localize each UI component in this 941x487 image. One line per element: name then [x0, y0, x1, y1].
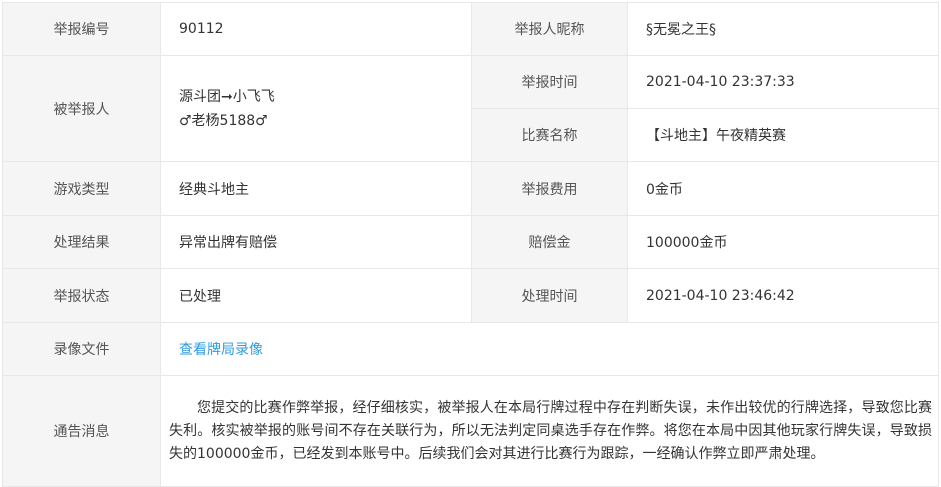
row-status: 举报状态 已处理 处理时间 2021-04-10 23:46:42	[2, 268, 939, 323]
reported-name-line2: ♂老杨5188♂	[179, 112, 268, 129]
row-report-time: 被举报人 源斗团➞小飞飞 ♂老杨5188♂ 举报时间 2021-04-10 23…	[2, 55, 939, 162]
row-report-id: 举报编号 90112 举报人昵称 §无冕之王§	[2, 2, 939, 56]
row-result: 处理结果 异常出牌有赔偿 赔偿金 100000金币	[2, 215, 939, 269]
value-report-id: 90112	[160, 2, 472, 56]
value-reported: 源斗团➞小飞飞 ♂老杨5188♂	[160, 55, 472, 162]
label-result: 处理结果	[2, 215, 161, 269]
label-recording: 录像文件	[2, 322, 161, 376]
value-status: 已处理	[160, 268, 472, 323]
value-report-time: 2021-04-10 23:37:33	[627, 55, 939, 109]
label-report-id: 举报编号	[2, 2, 161, 56]
recording-cell: 查看牌局录像	[160, 322, 939, 376]
label-match-name: 比赛名称	[471, 108, 628, 162]
view-replay-link[interactable]: 查看牌局录像	[179, 342, 263, 358]
value-result: 异常出牌有赔偿	[160, 215, 472, 269]
label-reporter-nick: 举报人昵称	[471, 2, 628, 56]
value-report-fee: 0金币	[627, 161, 939, 216]
value-reporter-nick: §无冕之王§	[627, 2, 939, 56]
value-match-name: 【斗地主】午夜精英赛	[627, 108, 939, 162]
label-process-time: 处理时间	[471, 268, 628, 323]
label-game-type: 游戏类型	[2, 161, 161, 216]
value-process-time: 2021-04-10 23:46:42	[627, 268, 939, 323]
label-status: 举报状态	[2, 268, 161, 323]
row-recording: 录像文件 查看牌局录像	[2, 322, 939, 376]
label-compensation: 赔偿金	[471, 215, 628, 269]
label-report-fee: 举报费用	[471, 161, 628, 216]
label-report-time: 举报时间	[471, 55, 628, 109]
reported-name-line1: 源斗团➞小飞飞	[179, 88, 275, 105]
notice-message: 您提交的比赛作弊举报，经仔细核实，被举报人在本局行牌过程中存在判断失误，未作出较…	[160, 375, 939, 487]
row-notice: 通告消息 您提交的比赛作弊举报，经仔细核实，被举报人在本局行牌过程中存在判断失误…	[2, 375, 939, 487]
row-game-type: 游戏类型 经典斗地主 举报费用 0金币	[2, 161, 939, 216]
label-notice: 通告消息	[2, 375, 161, 487]
report-detail-table: 举报编号 90112 举报人昵称 §无冕之王§ 被举报人 源斗团➞小飞飞 ♂老杨…	[2, 2, 939, 487]
label-reported: 被举报人	[2, 55, 161, 162]
value-compensation: 100000金币	[627, 215, 939, 269]
value-game-type: 经典斗地主	[160, 161, 472, 216]
